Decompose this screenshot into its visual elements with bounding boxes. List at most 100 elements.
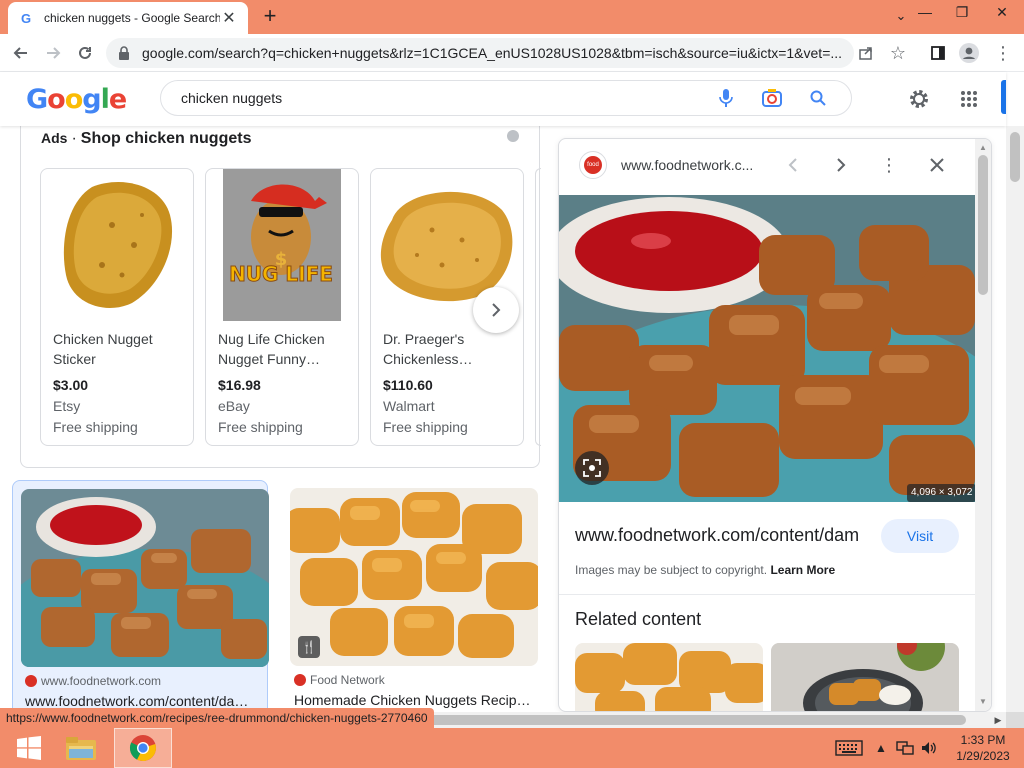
camera-lens-icon[interactable] bbox=[759, 85, 785, 111]
microphone-icon[interactable] bbox=[713, 85, 739, 111]
previous-chevron-icon[interactable] bbox=[779, 151, 807, 179]
account-edge-indicator bbox=[1001, 80, 1006, 114]
page-scroll-thumb[interactable] bbox=[1010, 132, 1020, 182]
bookmark-star-icon[interactable]: ☆ bbox=[885, 40, 911, 66]
related-content-heading: Related content bbox=[575, 609, 702, 629]
back-arrow-icon[interactable] bbox=[8, 40, 34, 66]
product-price: $16.98 bbox=[218, 377, 261, 393]
file-explorer-icon[interactable] bbox=[52, 728, 110, 768]
google-lens-icon[interactable] bbox=[575, 451, 609, 485]
window-close-button[interactable]: ✕ bbox=[980, 0, 1024, 26]
preview-site[interactable]: www.foodnetwork.c... bbox=[621, 157, 753, 173]
panel-scrollbar[interactable]: ▲ ▼ bbox=[975, 139, 991, 711]
tab-close-icon[interactable]: ✕ bbox=[220, 8, 238, 28]
product-name: Chicken Nugget Sticker bbox=[53, 331, 153, 367]
image-dimensions: 4,096 × 3,072 bbox=[907, 484, 977, 502]
foodnetwork-favicon-icon bbox=[25, 675, 37, 687]
related-thumbnail[interactable] bbox=[771, 643, 959, 711]
shopping-ads-section: Ads · Shop chicken nuggets Chicken Nugget … bbox=[20, 124, 541, 468]
product-store: eBay bbox=[218, 398, 250, 414]
product-name: Dr. Praeger's Chickenless… bbox=[383, 331, 473, 367]
chevron-right-icon[interactable] bbox=[473, 287, 519, 333]
result-image: 🍴 bbox=[290, 488, 538, 666]
product-card-partial bbox=[535, 168, 541, 446]
svg-text:NUG LIFE: NUG LIFE bbox=[229, 262, 333, 286]
keyboard-icon[interactable] bbox=[832, 728, 866, 768]
image-preview-panel: food www.foodnetwork.c... ⋮ 4,096 × 3,07… bbox=[558, 138, 992, 712]
restore-button[interactable]: ❐ bbox=[945, 0, 979, 26]
lock-icon bbox=[119, 46, 129, 60]
product-image bbox=[41, 169, 193, 321]
preview-url[interactable]: www.foodnetwork.com/content/dam bbox=[575, 525, 869, 546]
minimize-button[interactable]: — bbox=[908, 0, 942, 26]
windows-taskbar: ▲ 1:33 PM 1/29/2023 bbox=[0, 728, 1024, 768]
side-panel-icon[interactable] bbox=[925, 40, 951, 66]
forward-arrow-icon[interactable] bbox=[40, 40, 66, 66]
search-icon[interactable] bbox=[805, 85, 831, 111]
address-bar[interactable]: google.com/search?q=chicken+nuggets&rlz=… bbox=[106, 38, 854, 68]
product-card[interactable]: Chicken Nugget Sticker $3.00 Etsy Free s… bbox=[40, 168, 194, 446]
preview-image[interactable] bbox=[559, 195, 975, 502]
address-url: google.com/search?q=chicken+nuggets&rlz=… bbox=[142, 45, 842, 61]
scroll-down-arrow-icon[interactable]: ▼ bbox=[975, 695, 991, 709]
image-result[interactable]: 🍴 Food Network Homemade Chicken Nuggets … bbox=[282, 480, 538, 716]
learn-more-link[interactable]: Learn More bbox=[770, 563, 835, 577]
divider bbox=[559, 594, 975, 595]
panel-scroll-thumb[interactable] bbox=[978, 155, 988, 295]
taskbar-clock[interactable]: 1:33 PM 1/29/2023 bbox=[948, 732, 1018, 764]
settings-gear-icon[interactable] bbox=[906, 86, 932, 112]
new-tab-button[interactable]: + bbox=[258, 4, 282, 28]
scroll-up-arrow-icon[interactable]: ▲ bbox=[975, 141, 991, 155]
product-shipping: Free shipping bbox=[53, 419, 138, 435]
chrome-menu-icon[interactable]: ⋮ bbox=[990, 40, 1016, 66]
next-chevron-icon[interactable] bbox=[827, 151, 855, 179]
product-name: Nug Life Chicken Nugget Funny… bbox=[218, 331, 325, 367]
result-title[interactable]: www.foodnetwork.com/content/da… bbox=[25, 693, 265, 709]
result-source: www.foodnetwork.com bbox=[25, 674, 161, 688]
page-vertical-scrollbar[interactable] bbox=[1006, 126, 1024, 712]
close-icon[interactable] bbox=[923, 151, 951, 179]
browser-titlebar: G chicken nuggets - Google Search ✕ + ⌄ … bbox=[0, 0, 1024, 34]
product-shipping: Free shipping bbox=[218, 419, 303, 435]
chrome-taskbar-icon[interactable] bbox=[114, 728, 172, 768]
scrollbar-corner bbox=[1006, 712, 1024, 728]
foodnetwork-logo-icon: food bbox=[579, 151, 607, 179]
ads-heading: Ads · Shop chicken nuggets bbox=[41, 130, 252, 147]
google-header: Google chicken nuggets bbox=[0, 72, 1006, 126]
product-shipping: Free shipping bbox=[383, 419, 468, 435]
product-price: $3.00 bbox=[53, 377, 89, 393]
link-status-bubble: https://www.foodnetwork.com/recipes/ree-… bbox=[0, 708, 434, 728]
windows-start-icon[interactable] bbox=[0, 728, 58, 768]
product-image: $ NUG LIFE bbox=[206, 169, 358, 321]
share-icon[interactable] bbox=[853, 40, 879, 66]
search-query[interactable]: chicken nuggets bbox=[181, 90, 713, 106]
result-image bbox=[21, 489, 269, 667]
related-thumbnail[interactable] bbox=[575, 643, 763, 711]
tab-title: chicken nuggets - Google Search bbox=[44, 11, 220, 25]
more-options-icon[interactable]: ⋮ bbox=[875, 151, 903, 179]
apps-grid-icon[interactable] bbox=[956, 86, 982, 112]
volume-icon[interactable] bbox=[918, 728, 940, 768]
result-title[interactable]: Homemade Chicken Nuggets Recip… bbox=[294, 692, 534, 708]
show-hidden-icons-icon[interactable]: ▲ bbox=[874, 728, 888, 768]
scroll-right-arrow-icon[interactable]: ▶ bbox=[990, 712, 1006, 728]
copyright-notice: Images may be subject to copyright. Lear… bbox=[575, 563, 836, 577]
profile-avatar-icon[interactable] bbox=[956, 40, 982, 66]
result-source: Food Network bbox=[294, 673, 385, 687]
google-favicon-icon: G bbox=[20, 10, 32, 26]
google-logo[interactable]: Google bbox=[26, 84, 127, 115]
browser-toolbar: google.com/search?q=chicken+nuggets&rlz=… bbox=[0, 34, 1024, 72]
product-store: Etsy bbox=[53, 398, 81, 414]
reload-icon[interactable] bbox=[72, 40, 98, 66]
product-store: Walmart bbox=[383, 398, 435, 414]
visit-button[interactable]: Visit bbox=[881, 519, 959, 553]
network-icon[interactable] bbox=[894, 728, 916, 768]
recipe-fork-icon: 🍴 bbox=[298, 636, 320, 658]
product-price: $110.60 bbox=[383, 377, 433, 393]
ad-info-icon[interactable] bbox=[507, 130, 519, 142]
image-result-selected[interactable]: www.foodnetwork.com www.foodnetwork.com/… bbox=[12, 480, 269, 716]
foodnetwork-favicon-icon bbox=[294, 674, 306, 686]
browser-tab[interactable]: G chicken nuggets - Google Search ✕ bbox=[8, 2, 248, 34]
search-input[interactable]: chicken nuggets bbox=[160, 80, 852, 116]
product-card[interactable]: $ NUG LIFE Nug Life Chicken Nugget Funny… bbox=[205, 168, 359, 446]
